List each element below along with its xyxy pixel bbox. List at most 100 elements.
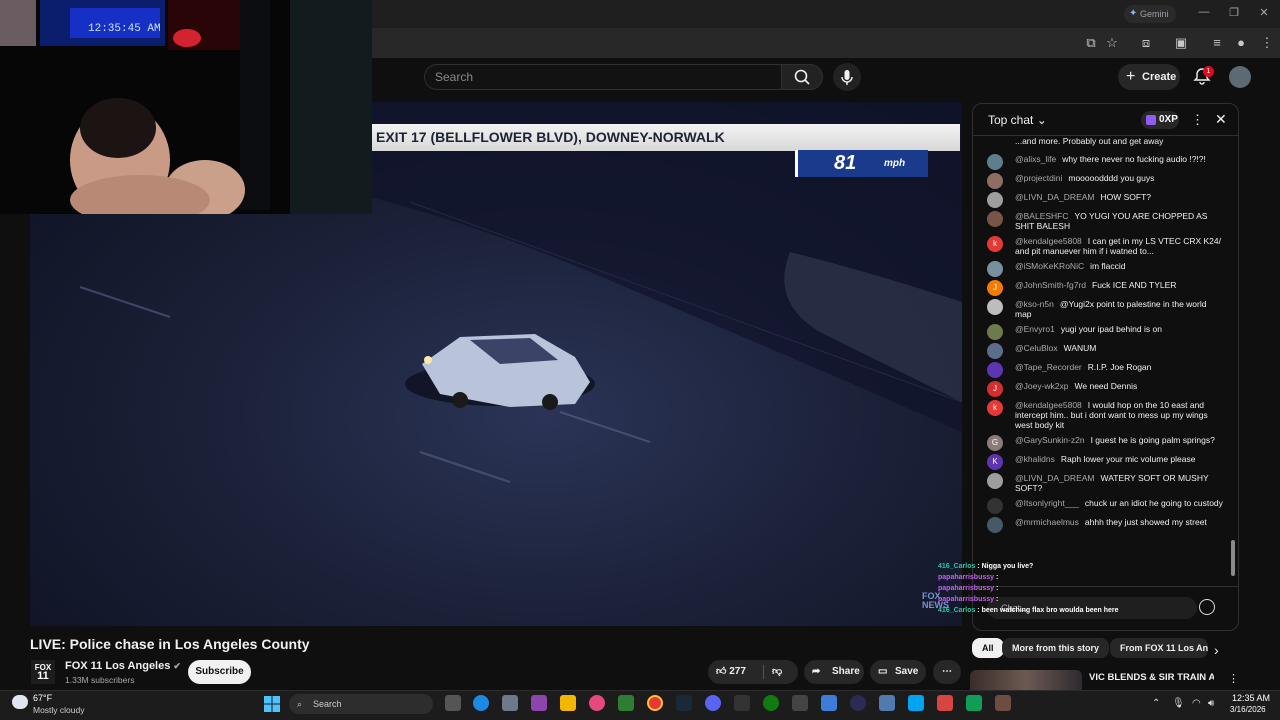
chat-author[interactable]: @iSMoKeKRoNiC <box>1015 261 1084 271</box>
chat-avatar[interactable]: k <box>987 236 1003 252</box>
clock-date[interactable]: 3/16/2026 <box>1230 705 1266 714</box>
chat-avatar[interactable] <box>987 211 1003 227</box>
chat-avatar[interactable]: G <box>987 435 1003 451</box>
minimize-icon[interactable]: — <box>1194 6 1214 22</box>
chat-author[interactable]: @kso-n5n <box>1015 299 1054 309</box>
create-button[interactable]: + Create <box>1118 64 1180 90</box>
chat-author[interactable]: @Tape_Recorder <box>1015 362 1082 372</box>
chat-avatar[interactable] <box>987 324 1003 340</box>
close-window-icon[interactable]: ✕ <box>1254 6 1274 22</box>
weather-icon[interactable] <box>12 695 28 709</box>
taskbar-search[interactable]: ⌕ Search <box>289 694 433 714</box>
spreadsheet-icon[interactable] <box>618 695 634 711</box>
chip-all[interactable]: All <box>972 638 1004 658</box>
xp-badge[interactable]: 0XP <box>1141 111 1179 129</box>
recommendation-title[interactable]: VIC BLENDS & SIR TRAIN AT <box>1089 672 1214 688</box>
chevron-right-icon[interactable]: › <box>1214 642 1219 658</box>
chat-author[interactable]: @mrmichaelmus <box>1015 517 1079 527</box>
save-button[interactable]: ▭ Save <box>870 660 926 684</box>
install-app-icon[interactable]: ⧉ <box>1082 34 1100 52</box>
chat-scrollbar[interactable] <box>1231 540 1235 576</box>
chat-author[interactable]: @Joey-wk2xp <box>1015 381 1069 391</box>
copilot-icon[interactable] <box>531 695 547 711</box>
browser-menu-icon[interactable]: ⋮ <box>1258 34 1276 52</box>
chat-avatar[interactable] <box>987 498 1003 514</box>
chip-more-from-story[interactable]: More from this story <box>1002 638 1110 658</box>
split-view-icon[interactable]: ▣ <box>1172 34 1190 52</box>
photos-icon[interactable] <box>821 695 837 711</box>
subscribe-button[interactable]: Subscribe <box>188 660 251 684</box>
media-player-icon[interactable] <box>589 695 605 711</box>
xbox-icon[interactable] <box>763 695 779 711</box>
dislike-button[interactable]: 👎︎ <box>772 660 782 684</box>
capcut-icon[interactable] <box>734 695 750 711</box>
chat-author[interactable]: @khalidns <box>1015 454 1055 464</box>
extensions-icon[interactable]: ⧈ <box>1137 34 1155 52</box>
edge-icon[interactable] <box>473 695 489 711</box>
chat-avatar[interactable] <box>987 299 1003 315</box>
app-icon-3[interactable] <box>879 695 895 711</box>
chat-author[interactable]: @kendalgee5808 <box>1015 236 1082 246</box>
clock-time[interactable]: 12:35 AM <box>1232 693 1270 703</box>
chrome-icon[interactable] <box>647 695 663 711</box>
chat-author[interactable]: @CeluBlox <box>1015 343 1058 353</box>
chat-author[interactable]: @LIVN_DA_DREAM <box>1015 192 1094 202</box>
channel-name[interactable]: FOX 11 Los Angeles ✔ <box>65 660 181 672</box>
chat-avatar[interactable] <box>987 473 1003 489</box>
app-icon-4[interactable] <box>908 695 924 711</box>
chat-author[interactable]: @projectdini <box>1015 173 1062 183</box>
voice-search-button[interactable] <box>833 63 861 91</box>
chat-avatar[interactable] <box>987 192 1003 208</box>
chat-avatar[interactable] <box>987 173 1003 189</box>
chat-more-icon[interactable]: ⋮ <box>1191 112 1204 128</box>
chat-avatar[interactable] <box>987 343 1003 359</box>
settings-icon[interactable] <box>502 695 518 711</box>
close-chat-icon[interactable]: ✕ <box>1215 111 1227 128</box>
chat-author[interactable]: @Itsonlyright___ <box>1015 498 1079 508</box>
chat-mode-dropdown[interactable]: Top chat ⌄ <box>988 113 1047 127</box>
chat-avatar[interactable]: J <box>987 381 1003 397</box>
app-icon-5[interactable] <box>937 695 953 711</box>
chat-avatar[interactable] <box>987 362 1003 378</box>
share-button[interactable]: ➦ Share <box>804 660 864 684</box>
chip-from-channel[interactable]: From FOX 11 Los An <box>1110 638 1208 658</box>
chat-avatar[interactable] <box>987 154 1003 170</box>
chat-avatar[interactable]: J <box>987 280 1003 296</box>
like-button[interactable]: 👍︎ 277 <box>716 660 746 684</box>
steam-icon[interactable] <box>676 695 692 711</box>
wifi-icon[interactable]: ◠ <box>1192 698 1201 709</box>
chat-avatar[interactable]: K <box>987 454 1003 470</box>
reading-list-icon[interactable]: ≡ <box>1208 34 1226 52</box>
chat-avatar[interactable] <box>987 261 1003 277</box>
app-icon-2[interactable] <box>850 695 866 711</box>
bookmark-star-icon[interactable]: ☆ <box>1103 34 1121 52</box>
volume-icon[interactable]: 🔊︎ <box>1208 698 1214 709</box>
account-avatar[interactable] <box>1229 66 1251 88</box>
chat-author[interactable]: @kendalgee5808 <box>1015 400 1082 410</box>
task-view-icon[interactable] <box>445 695 461 711</box>
channel-logo[interactable]: FOX 11 <box>31 660 55 684</box>
recommendation-thumbnail[interactable] <box>970 670 1082 690</box>
more-actions-button[interactable]: ⋯ <box>933 660 961 684</box>
app-icon-6[interactable] <box>966 695 982 711</box>
app-icon-1[interactable] <box>792 695 808 711</box>
recommendation-menu-icon[interactable]: ⋮ <box>1228 672 1239 685</box>
chat-avatar[interactable] <box>987 517 1003 533</box>
weather-temperature[interactable]: 67°F <box>33 693 52 703</box>
chat-author[interactable]: @GarySunkin-z2n <box>1015 435 1085 445</box>
search-button[interactable] <box>781 64 823 90</box>
microphone-tray-icon[interactable]: 🎙︎ <box>1172 698 1185 709</box>
chat-avatar[interactable]: k <box>987 400 1003 416</box>
chat-author[interactable]: @alixs_life <box>1015 154 1056 164</box>
chat-author[interactable]: @BALESHFC <box>1015 211 1069 221</box>
restore-icon[interactable]: ❐ <box>1224 6 1244 22</box>
chat-author[interactable]: @Envyro1 <box>1015 324 1055 334</box>
chat-author[interactable]: @JohnSmith-fg7rd <box>1015 280 1086 290</box>
tray-overflow-icon[interactable]: ⌃ <box>1152 698 1160 709</box>
chat-author[interactable]: @LIVN_DA_DREAM <box>1015 473 1094 483</box>
emoji-icon[interactable] <box>1199 599 1215 615</box>
search-input[interactable]: Search <box>424 64 782 90</box>
file-explorer-icon[interactable] <box>560 695 576 711</box>
windows-start-icon[interactable] <box>264 696 280 717</box>
app-icon-7[interactable] <box>995 695 1011 711</box>
